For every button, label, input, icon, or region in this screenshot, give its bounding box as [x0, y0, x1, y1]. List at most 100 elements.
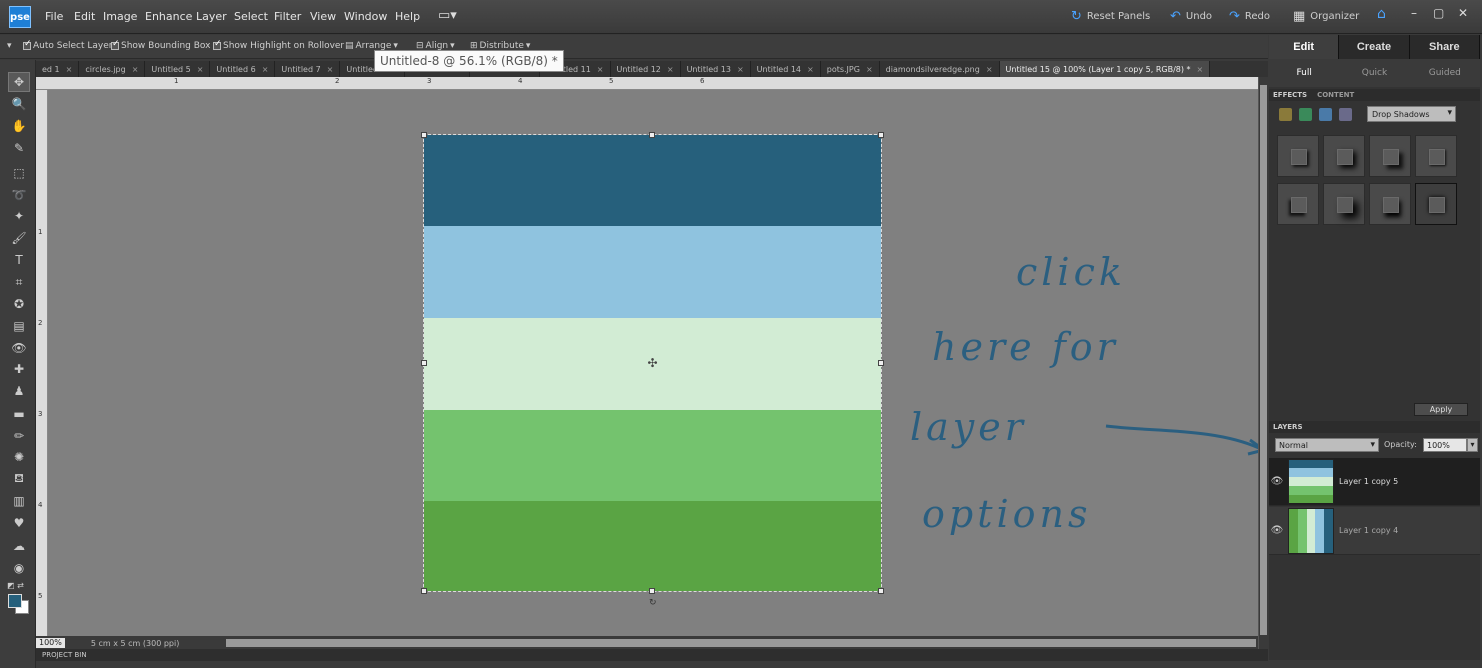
layer-row-selected[interactable]: 👁 Layer 1 copy 5 [1269, 458, 1480, 506]
document-tab[interactable]: ed 1 × [36, 61, 80, 77]
crop-tool-icon[interactable]: ⌗ [10, 273, 28, 291]
document-tab[interactable]: Untitled 14 × [751, 61, 821, 77]
scroll-thumb[interactable] [226, 639, 1256, 647]
menu-image[interactable]: Image [103, 10, 137, 23]
close-tab-icon[interactable]: × [1197, 65, 1204, 74]
paint-bucket-tool-icon[interactable]: ⛾ [10, 470, 28, 488]
show-highlight-checkbox[interactable]: Show Highlight on Rollover [213, 39, 344, 51]
cookie-cutter-tool-icon[interactable]: ✪ [10, 295, 28, 313]
opacity-dropdown-icon[interactable]: ▾ [1467, 438, 1478, 452]
eyedropper-tool-icon[interactable]: ✎ [10, 139, 28, 157]
layer-row[interactable]: 👁 Layer 1 copy 4 [1269, 507, 1480, 555]
menu-view[interactable]: View [310, 10, 336, 23]
close-tab-icon[interactable]: × [327, 65, 334, 74]
reset-panels-button[interactable]: ↻ Reset Panels [1071, 9, 1150, 24]
hand-tool-icon[interactable]: ✋ [10, 117, 28, 135]
submode-guided[interactable]: Guided [1410, 59, 1480, 87]
drop-shadow-thumb[interactable] [1277, 183, 1319, 225]
close-tab-icon[interactable]: × [866, 65, 873, 74]
document-tab[interactable]: Untitled 13 × [681, 61, 751, 77]
sponge-tool-icon[interactable]: ◉ [10, 559, 28, 577]
restore-icon[interactable]: ▢ [1433, 6, 1444, 20]
show-bounding-checkbox[interactable]: Show Bounding Box [111, 39, 210, 51]
redo-button[interactable]: ↷ Redo [1229, 9, 1270, 24]
move-tool-icon[interactable]: ✥ [8, 72, 30, 92]
horizontal-scrollbar[interactable] [216, 637, 1258, 649]
apply-button[interactable]: Apply [1414, 403, 1468, 416]
show-all-icon[interactable] [1339, 108, 1352, 121]
marquee-tool-icon[interactable]: ⬚ [10, 164, 28, 182]
custom-shape-tool-icon[interactable]: ♥ [10, 514, 28, 532]
close-tab-icon[interactable]: × [986, 65, 993, 74]
filters-icon[interactable] [1299, 108, 1312, 121]
drop-shadow-thumb[interactable] [1369, 183, 1411, 225]
lasso-tool-icon[interactable]: ➰ [10, 186, 28, 204]
menu-help[interactable]: Help [395, 10, 420, 23]
transform-handle[interactable] [649, 132, 655, 138]
photo-effects-icon[interactable] [1319, 108, 1332, 121]
transform-handle[interactable] [421, 588, 427, 594]
eraser-tool-icon[interactable]: ▬ [10, 405, 28, 423]
submode-full[interactable]: Full [1269, 59, 1339, 87]
minimize-icon[interactable]: – [1411, 6, 1417, 20]
close-tab-icon[interactable]: × [737, 65, 744, 74]
tab-create[interactable]: Create [1339, 35, 1410, 59]
pencil-tool-icon[interactable]: ✏ [10, 427, 28, 445]
drop-shadow-thumb[interactable] [1369, 135, 1411, 177]
organizer-button[interactable]: ▦ Organizer [1293, 9, 1359, 24]
drop-shadow-thumb[interactable] [1323, 135, 1365, 177]
smart-brush-tool-icon[interactable]: ✺ [10, 448, 28, 466]
document-tab[interactable]: pots.JPG × [821, 61, 880, 77]
zoom-tool-icon[interactable]: 🔍 [10, 95, 28, 113]
home-icon[interactable]: ⌂ [1377, 6, 1386, 22]
menu-filter[interactable]: Filter [274, 10, 301, 23]
document-tab[interactable]: Untitled 6 × [210, 61, 276, 77]
document-tab[interactable]: Untitled 15 @ 100% (Layer 1 copy 5, RGB/… [999, 61, 1211, 77]
content-tab[interactable]: CONTENT [1317, 91, 1354, 99]
tab-edit[interactable]: Edit [1269, 35, 1340, 59]
effect-category-select[interactable]: Drop Shadows [1367, 106, 1456, 122]
drop-shadow-thumb[interactable] [1415, 135, 1457, 177]
blur-tool-icon[interactable]: ☁ [10, 537, 28, 555]
auto-select-checkbox[interactable]: Auto Select Layer [23, 39, 112, 51]
close-tab-icon[interactable]: × [132, 65, 139, 74]
close-tab-icon[interactable]: × [807, 65, 814, 74]
project-bin-header[interactable]: PROJECT BIN [36, 649, 1268, 661]
reset-colors-icon[interactable]: ◩ ⇄ [7, 581, 24, 590]
close-tab-icon[interactable]: × [66, 65, 73, 74]
transform-handle[interactable] [878, 360, 884, 366]
effects-tab[interactable]: EFFECTS [1273, 91, 1307, 99]
document-tab[interactable]: Untitled 5 × [145, 61, 211, 77]
selection-brush-tool-icon[interactable]: 🖌 [10, 229, 28, 247]
menu-enhance[interactable]: Enhance [145, 10, 192, 23]
vertical-scrollbar[interactable] [1258, 77, 1268, 649]
opacity-input[interactable]: 100% [1423, 438, 1467, 452]
close-tab-icon[interactable]: × [667, 65, 674, 74]
menu-layer[interactable]: Layer [196, 10, 227, 23]
menu-select[interactable]: Select [234, 10, 268, 23]
submode-quick[interactable]: Quick [1339, 59, 1409, 87]
close-icon[interactable]: ✕ [1458, 6, 1468, 20]
visibility-eye-icon[interactable]: 👁 [1269, 476, 1285, 487]
visibility-eye-icon[interactable]: 👁 [1269, 525, 1285, 536]
transform-handle[interactable] [421, 132, 427, 138]
menu-window[interactable]: Window [344, 10, 387, 23]
document-tab[interactable]: Untitled 12 × [611, 61, 681, 77]
transform-handle[interactable] [649, 588, 655, 594]
close-tab-icon[interactable]: × [197, 65, 204, 74]
drop-shadow-thumb[interactable] [1415, 183, 1457, 225]
foreground-color-swatch[interactable] [8, 594, 22, 608]
straighten-tool-icon[interactable]: ▤ [10, 317, 28, 335]
document-tab[interactable]: diamondsilveredge.png × [880, 61, 1000, 77]
undo-button[interactable]: ↶ Undo [1170, 9, 1212, 24]
zoom-level[interactable]: 100% [36, 638, 65, 648]
close-tab-icon[interactable]: × [262, 65, 269, 74]
transform-handle[interactable] [878, 132, 884, 138]
transform-handle[interactable] [878, 588, 884, 594]
tab-share[interactable]: Share [1409, 35, 1480, 59]
healing-brush-tool-icon[interactable]: ✚ [10, 360, 28, 378]
drop-shadow-thumb[interactable] [1323, 183, 1365, 225]
document-tab[interactable]: Untitled 7 × [275, 61, 341, 77]
menu-file[interactable]: File [45, 10, 63, 23]
document-tab[interactable]: circles.jpg × [79, 61, 146, 77]
